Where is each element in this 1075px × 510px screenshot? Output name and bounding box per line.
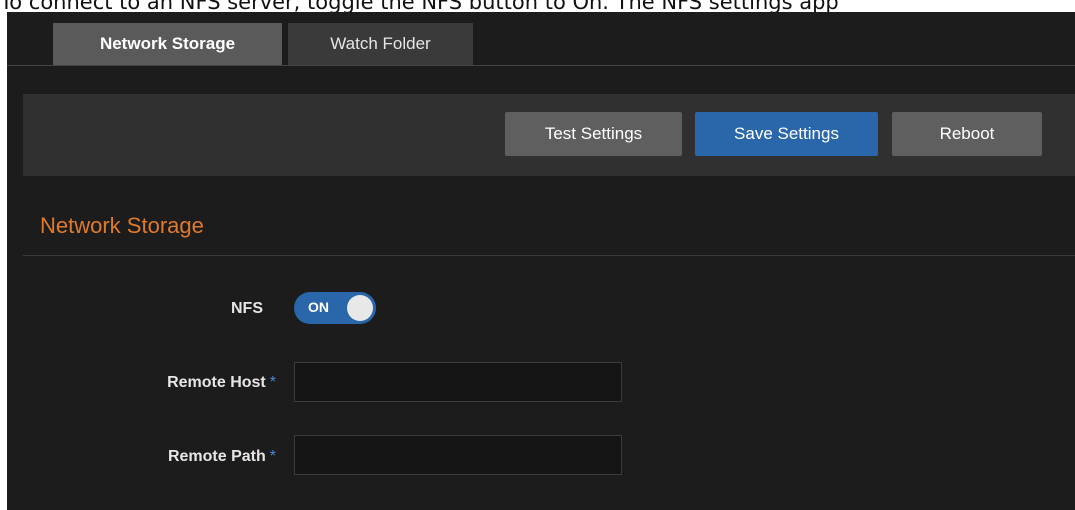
toggle-knob: [347, 295, 373, 321]
tab-network-storage[interactable]: Network Storage: [53, 23, 282, 65]
nfs-toggle-state-text: ON: [308, 299, 329, 315]
remote-path-label: Remote Path *: [26, 448, 276, 466]
reboot-button[interactable]: Reboot: [892, 112, 1042, 156]
section-title: Network Storage: [40, 213, 204, 238]
tab-bar: Network Storage Watch Folder: [7, 12, 1075, 66]
remote-host-label-text: Remote Host: [167, 374, 266, 391]
remote-host-input[interactable]: [294, 362, 622, 402]
required-asterisk-icon: *: [269, 448, 276, 465]
test-settings-button[interactable]: Test Settings: [505, 112, 682, 156]
remote-path-input[interactable]: [294, 435, 622, 475]
tab-watch-folder[interactable]: Watch Folder: [288, 23, 473, 65]
app-window: Network Storage Watch Folder Test Settin…: [7, 12, 1075, 510]
document-caption-text: To connect to an NFS server, toggle the …: [0, 0, 839, 12]
nfs-toggle[interactable]: ON: [294, 292, 376, 324]
remote-path-label-text: Remote Path: [167, 448, 266, 465]
toolbar: Test Settings Save Settings Reboot: [23, 94, 1075, 176]
nfs-label-text: NFS: [231, 300, 263, 317]
required-asterisk-icon: *: [269, 374, 276, 391]
remote-host-label: Remote Host *: [26, 374, 276, 392]
save-settings-button[interactable]: Save Settings: [695, 112, 878, 156]
section-divider: [23, 255, 1075, 256]
nfs-label: NFS: [13, 300, 263, 318]
